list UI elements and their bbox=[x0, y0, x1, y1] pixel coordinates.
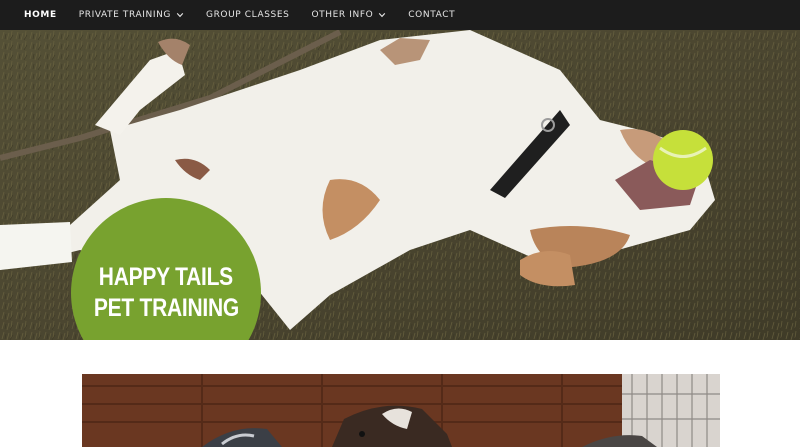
hero-image: HAPPY TAILS PET TRAINING bbox=[0, 30, 800, 340]
dogs-fence-photo bbox=[82, 374, 720, 447]
nav-item-label: HOME bbox=[24, 10, 57, 20]
nav-item-private-training[interactable]: PRIVATE TRAINING bbox=[79, 10, 184, 20]
chevron-down-icon bbox=[379, 13, 386, 18]
nav-item-contact[interactable]: CONTACT bbox=[408, 10, 455, 20]
main-nav: HOME PRIVATE TRAINING GROUP CLASSES OTHE… bbox=[0, 0, 800, 30]
brand-title-line-1: HAPPY TAILS bbox=[98, 263, 234, 291]
nav-item-label: CONTACT bbox=[408, 10, 456, 20]
nav-item-label: GROUP CLASSES bbox=[206, 10, 290, 20]
nav-item-label: OTHER INFO bbox=[311, 10, 374, 20]
brand-title-line-2: PET TRAINING bbox=[93, 294, 239, 322]
nav-item-other-info[interactable]: OTHER INFO bbox=[311, 10, 386, 20]
nav-item-label: PRIVATE TRAINING bbox=[78, 10, 171, 20]
nav-item-home[interactable]: HOME bbox=[24, 10, 57, 20]
chevron-down-icon bbox=[176, 13, 184, 18]
gallery-image bbox=[82, 374, 720, 447]
nav-item-group-classes[interactable]: GROUP CLASSES bbox=[206, 10, 289, 20]
